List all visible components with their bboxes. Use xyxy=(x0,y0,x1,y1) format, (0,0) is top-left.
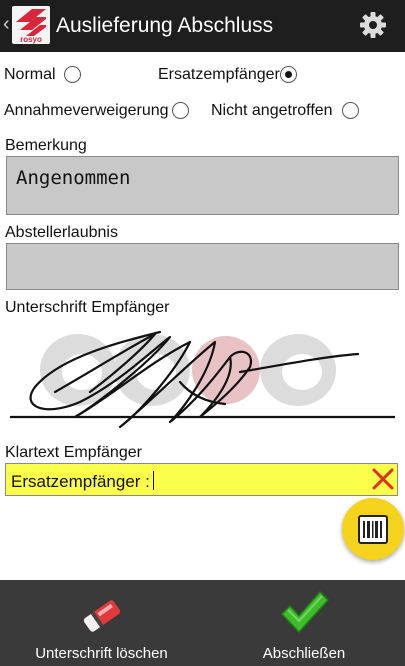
recipient-name-value: Ersatzempfänger : xyxy=(11,472,150,491)
bottom-action-bar: Unterschrift löschen Abschließen xyxy=(0,580,405,666)
logo-wordmark: rosyo xyxy=(20,35,42,44)
remark-label: Bemerkung xyxy=(5,137,87,154)
title-bar: ‹ rosyo Auslieferung Abschluss xyxy=(0,0,405,52)
barcode-scan-button[interactable] xyxy=(342,498,404,560)
drop-permission-field[interactable] xyxy=(6,243,399,290)
option-normal-label: Normal xyxy=(4,66,56,83)
app-logo[interactable]: rosyo xyxy=(12,6,50,44)
option-annahmeverweigerung-radio[interactable] xyxy=(172,102,189,119)
remark-value: Angenommen xyxy=(16,167,131,189)
checkmark-icon xyxy=(281,591,329,633)
page-title: Auslieferung Abschluss xyxy=(56,14,274,37)
option-annahmeverweigerung-label: Annahmeverweigerung xyxy=(4,102,169,119)
finish-label: Abschließen xyxy=(262,645,346,662)
close-icon[interactable] xyxy=(370,466,396,492)
text-cursor xyxy=(152,471,154,490)
option-nicht-angetroffen-radio[interactable] xyxy=(342,102,359,119)
option-ersatzempfaenger-label: Ersatzempfänger xyxy=(158,66,280,83)
recipient-name-field[interactable]: Ersatzempfänger : xyxy=(5,463,398,496)
signature-label: Unterschrift Empfänger xyxy=(5,299,170,316)
drop-permission-label: Abstellerlaubnis xyxy=(5,224,118,241)
remark-field[interactable]: Angenommen xyxy=(6,156,399,215)
eraser-icon xyxy=(83,600,121,632)
gear-icon[interactable] xyxy=(359,11,387,39)
clear-signature-button[interactable]: Unterschrift löschen xyxy=(0,580,203,666)
recipient-name-label: Klartext Empfänger xyxy=(5,444,142,461)
signature-pad[interactable] xyxy=(0,322,405,432)
option-normal-radio[interactable] xyxy=(64,66,81,83)
clear-signature-label: Unterschrift löschen xyxy=(35,645,168,662)
chevron-left-icon[interactable]: ‹ xyxy=(3,14,10,34)
finish-button[interactable]: Abschließen xyxy=(203,580,405,666)
option-nicht-angetroffen-label: Nicht angetroffen xyxy=(211,102,333,119)
option-ersatzempfaenger-radio[interactable] xyxy=(280,66,297,83)
barcode-icon xyxy=(358,515,388,544)
